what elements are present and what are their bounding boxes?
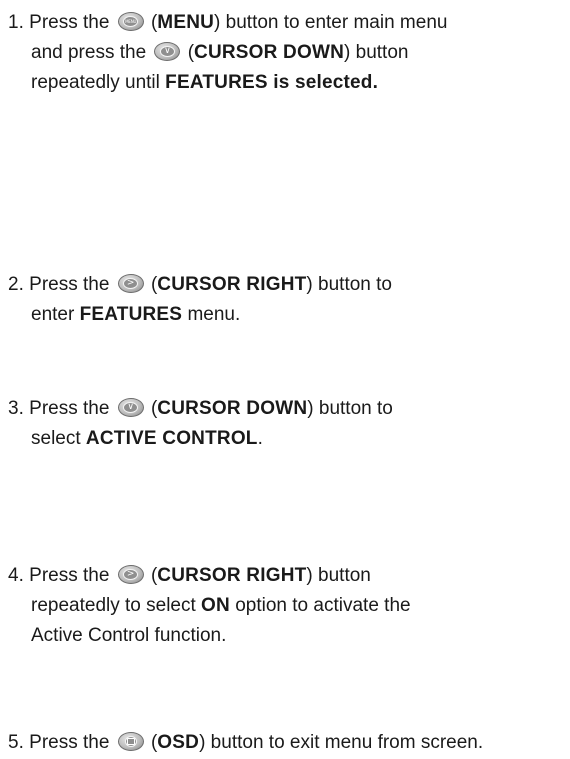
instruction-step-2: 2. Press the > (CURSOR RIGHT) button to e… xyxy=(8,270,564,330)
step-number: 1. xyxy=(8,12,24,33)
osd-button-icon xyxy=(117,732,144,751)
step-keyword: CURSOR DOWN xyxy=(157,398,308,419)
instruction-step-1: 1. Press the MENU (MENU) button to enter… xyxy=(8,8,564,98)
step-text: repeatedly to select xyxy=(31,595,202,616)
instruction-step-4: 4. Press the > (CURSOR RIGHT) button repe… xyxy=(8,561,564,651)
step-text: ) button to enter main menu xyxy=(214,12,448,33)
step-text: enter xyxy=(31,304,80,325)
cursor-down-button-icon: ∨ xyxy=(117,398,144,417)
step-text: menu. xyxy=(182,304,241,325)
step-line: 2. Press the > (CURSOR RIGHT) button to xyxy=(8,270,564,300)
step-keyword: CURSOR DOWN xyxy=(194,42,345,63)
step-text: Press the xyxy=(29,12,115,33)
step-keyword: CURSOR RIGHT xyxy=(157,274,307,295)
step-line: 4. Press the > (CURSOR RIGHT) button xyxy=(8,561,564,591)
step-number: 2. xyxy=(8,274,24,295)
step-keyword: ON xyxy=(201,595,230,616)
step-text: ) button to xyxy=(306,274,392,295)
step-line: Active Control function. xyxy=(8,621,564,651)
step-text: ) button xyxy=(344,42,409,63)
step-line: enter FEATURES menu. xyxy=(8,300,564,330)
step-text: . xyxy=(257,428,263,449)
cursor-right-button-icon: > xyxy=(117,565,144,584)
step-text: select xyxy=(31,428,86,449)
step-text: ( xyxy=(182,42,195,63)
step-text: ) button xyxy=(306,565,371,586)
step-keyword: FEATURES is selected. xyxy=(165,72,379,93)
instruction-step-3: 3. Press the ∨ (CURSOR DOWN) button to se… xyxy=(8,394,564,454)
step-line: and press the ∨ (CURSOR DOWN) button xyxy=(8,38,564,68)
step-keyword: FEATURES xyxy=(79,304,183,325)
step-text: Press the xyxy=(29,565,115,586)
step-line: 5. Press the (OSD) button to exit menu f… xyxy=(8,728,564,758)
instruction-step-5: 5. Press the (OSD) button to exit menu f… xyxy=(8,728,564,758)
step-keyword: ACTIVE CONTROL xyxy=(85,428,258,449)
cursor-down-button-icon: ∨ xyxy=(154,42,181,61)
step-text: and press the xyxy=(31,42,152,63)
step-text: option to activate the xyxy=(229,595,411,616)
step-keyword: OSD xyxy=(157,732,200,753)
step-text: Press the xyxy=(29,274,115,295)
cursor-right-button-icon: > xyxy=(117,274,144,293)
step-line: select ACTIVE CONTROL. xyxy=(8,424,564,454)
step-text: ( xyxy=(145,565,158,586)
step-line: repeatedly to select ON option to activa… xyxy=(8,591,564,621)
step-text: ( xyxy=(145,732,158,753)
step-text: ( xyxy=(145,398,158,419)
step-text: Active Control function. xyxy=(31,625,227,646)
step-text: repeatedly until xyxy=(31,72,166,93)
step-line: 3. Press the ∨ (CURSOR DOWN) button to xyxy=(8,394,564,424)
step-line: repeatedly until FEATURES is selected. xyxy=(8,68,564,98)
step-keyword: MENU xyxy=(157,12,215,33)
step-text: Press the xyxy=(29,732,115,753)
menu-button-icon: MENU xyxy=(117,12,144,31)
step-text: ) button to xyxy=(307,398,393,419)
step-number: 5. xyxy=(8,732,24,753)
step-text: ) button to exit menu from screen. xyxy=(199,732,484,753)
step-number: 3. xyxy=(8,398,24,419)
step-text: ( xyxy=(145,12,158,33)
step-keyword: CURSOR RIGHT xyxy=(157,565,307,586)
step-text: ( xyxy=(145,274,158,295)
step-number: 4. xyxy=(8,565,24,586)
step-line: 1. Press the MENU (MENU) button to enter… xyxy=(8,8,564,38)
step-text: Press the xyxy=(29,398,115,419)
